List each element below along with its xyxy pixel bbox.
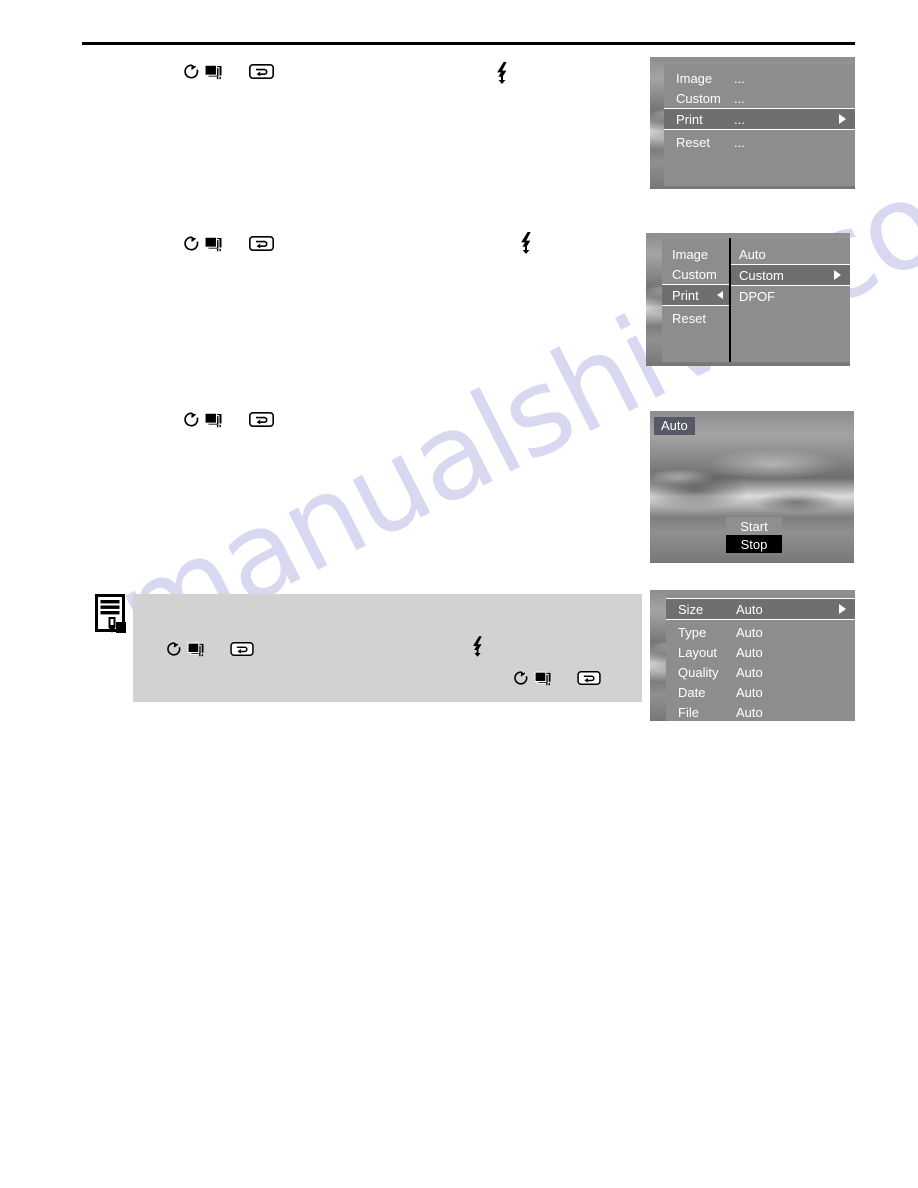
self-timer-icon [183,63,200,80]
print-setting-layout[interactable]: Layout Auto [666,642,855,662]
print-settings-box: Size Auto Type Auto Layout Auto Quality … [666,594,855,721]
step-1-flash-icon-group [495,62,509,84]
setting-value: Auto [736,664,763,680]
setup-menu-item-print[interactable]: Print ... [664,108,855,130]
print-settings-screen: Size Auto Type Auto Layout Auto Quality … [650,590,855,721]
setting-value: Auto [736,684,763,700]
chevron-right-icon [834,270,841,280]
print-mode-item-auto[interactable]: Auto [731,244,850,264]
menu-item-label: Reset [676,134,710,150]
menu-button-icon [577,671,602,686]
submenu-item-image[interactable]: Image [662,244,729,264]
self-timer-icon [513,670,530,687]
flash-icon [471,636,485,658]
continuous-shooting-icon [204,64,223,80]
step-2-flash-icon-group [519,232,533,254]
step-1-icon-group [183,63,274,80]
setup-menu-item-custom[interactable]: Custom ... [664,88,855,108]
self-timer-icon [183,235,200,252]
chevron-right-icon [839,604,846,614]
self-timer-icon [183,411,200,428]
print-submenu-box: Image Custom Print Reset Auto Custom DPO… [662,238,850,362]
submenu-item-custom[interactable]: Custom [662,264,729,284]
setting-value: Auto [736,624,763,640]
print-mode-item-dpof[interactable]: DPOF [731,286,850,306]
menu-item-label: Image [676,70,713,86]
submenu-item-print[interactable]: Print [662,284,729,306]
print-setting-quality[interactable]: Quality Auto [666,662,855,682]
continuous-shooting-icon [187,642,206,658]
menu-button-icon [249,64,274,79]
setup-menu-item-image[interactable]: Image ... [664,68,855,88]
menu-item-label: Print [672,287,699,303]
start-button[interactable]: Start [726,517,782,535]
stop-button[interactable]: Stop [726,535,782,553]
submenu-item-reset[interactable]: Reset [662,308,729,328]
setting-label: File [678,704,699,720]
continuous-shooting-icon [204,236,223,252]
flash-icon [495,62,509,84]
menu-item-label: Auto [739,246,766,262]
submenu-right-column: Auto Custom DPOF [731,244,850,306]
setting-label: Layout [678,644,718,660]
note-flash-icon-group [471,636,485,658]
note-icon-group-2 [513,670,602,687]
menu-item-label: Reset [672,310,706,326]
menu-item-label: Custom [739,267,784,283]
menu-item-label: DPOF [739,288,776,304]
menu-button-icon [249,236,274,251]
setting-label: Date [678,684,706,700]
print-setting-size[interactable]: Size Auto [666,598,855,620]
memo-note-icon [95,594,128,634]
setting-label: Size [678,601,704,617]
setup-menu-box: Image ... Custom ... Print ... Reset ... [664,64,855,186]
step-3-icon-group [183,411,274,428]
continuous-shooting-icon [204,412,223,428]
menu-button-icon [249,412,274,427]
submenu-left-column: Image Custom Print Reset [662,244,729,328]
menu-button-icon [230,642,255,657]
menu-item-label: Print [676,111,703,127]
note-icon-group-1 [166,641,255,658]
setting-label: Quality [678,664,719,680]
continuous-shooting-icon [534,671,553,687]
print-setting-date[interactable]: Date Auto [666,682,855,702]
setup-menu-item-reset[interactable]: Reset ... [664,132,855,152]
setup-menu-screen: Image ... Custom ... Print ... Reset ... [650,57,855,189]
page-top-rule [82,42,855,45]
print-setting-file[interactable]: File Auto [666,702,855,721]
setting-value: Auto [736,644,763,660]
print-mode-badge: Auto [654,417,695,435]
step-2-icon-group [183,235,274,252]
print-preview-screen: Auto Start Stop [650,411,854,563]
print-submenu-screen: Image Custom Print Reset Auto Custom DPO… [646,233,850,366]
menu-item-label: Image [672,246,709,262]
chevron-left-icon [717,291,723,299]
menu-item-label: Custom [676,90,721,106]
print-setting-type[interactable]: Type Auto [666,622,855,642]
setting-value: Auto [736,704,763,720]
setting-value: Auto [736,601,763,617]
chevron-right-icon [839,114,846,124]
flash-icon [519,232,533,254]
setting-label: Type [678,624,707,640]
menu-item-label: Custom [672,266,717,282]
self-timer-icon [166,641,183,658]
menu-item-value: ... [734,90,745,106]
menu-item-value: ... [734,70,745,86]
menu-item-value: ... [734,111,745,127]
print-mode-item-custom[interactable]: Custom [731,264,850,286]
menu-item-value: ... [734,134,745,150]
